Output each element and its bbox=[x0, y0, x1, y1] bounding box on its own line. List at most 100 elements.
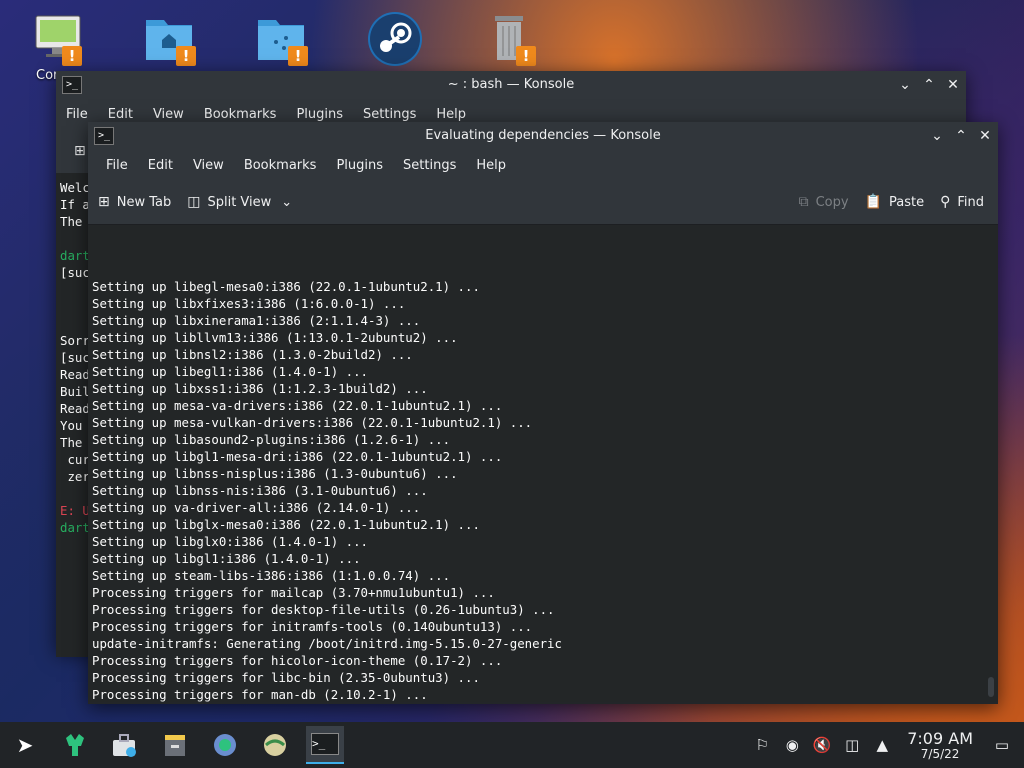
show-desktop-icon[interactable]: ▭ bbox=[990, 736, 1014, 754]
menu-file[interactable]: File bbox=[66, 107, 88, 122]
new-tab-icon: ⊞ bbox=[98, 194, 110, 210]
terminal-line: Setting up libllvm13:i386 (1:13.0.1-2ubu… bbox=[92, 330, 458, 345]
terminal-line: Setting up va-driver-all:i386 (2.14.0-1)… bbox=[92, 500, 421, 515]
menu-help[interactable]: Help bbox=[436, 107, 466, 122]
minimize-button[interactable]: ⌄ bbox=[928, 127, 946, 145]
terminal-line: Setting up libegl-mesa0:i386 (22.0.1-1ub… bbox=[92, 279, 480, 294]
archive-icon[interactable] bbox=[156, 726, 194, 764]
terminal-line: Setting up steam-libs-i386:i386 (1:1.0.0… bbox=[92, 568, 451, 583]
maximize-button[interactable]: ⌃ bbox=[952, 127, 970, 145]
new-tab-label: New Tab bbox=[116, 194, 172, 210]
paste-label: Paste bbox=[889, 194, 925, 210]
network-folder-icon: ! bbox=[252, 12, 310, 66]
terminal-line: Processing triggers for man-db (2.10.2-1… bbox=[92, 687, 428, 702]
menubar: File Edit View Bookmarks Plugins Setting… bbox=[88, 150, 998, 180]
discover-icon[interactable] bbox=[56, 726, 94, 764]
window-titlebar[interactable]: >_ Evaluating dependencies — Konsole ⌄ ⌃… bbox=[88, 122, 998, 150]
home-folder-icon: ! bbox=[140, 12, 198, 66]
menu-view[interactable]: View bbox=[193, 158, 224, 173]
terminal-line: Setting up libegl1:i386 (1.4.0-1) ... bbox=[92, 364, 369, 379]
menu-settings[interactable]: Settings bbox=[403, 158, 456, 173]
paste-button[interactable]: 📋 Paste bbox=[865, 194, 925, 210]
warning-badge-icon: ! bbox=[176, 46, 196, 66]
steam-icon bbox=[366, 10, 424, 66]
menu-settings[interactable]: Settings bbox=[363, 107, 416, 122]
tray-expand-icon[interactable]: ▲ bbox=[870, 736, 894, 754]
warning-badge-icon: ! bbox=[62, 46, 82, 66]
menu-plugins[interactable]: Plugins bbox=[296, 107, 343, 122]
terminal-line: Setting up mesa-va-drivers:i386 (22.0.1-… bbox=[92, 398, 503, 413]
taskbar: ➤ >_ ⚐ ◉ 🔇 ◫ ▲ 7:09 AM 7/5/22 ▭ bbox=[0, 722, 1024, 768]
terminal-line: Processing triggers for desktop-file-uti… bbox=[92, 602, 555, 617]
terminal-line: Processing triggers for hicolor-icon-the… bbox=[92, 653, 503, 668]
split-view-icon: ◫ bbox=[187, 194, 201, 210]
copy-label: Copy bbox=[815, 194, 849, 210]
system-tray: ⚐ ◉ 🔇 ◫ ▲ 7:09 AM 7/5/22 ▭ bbox=[747, 722, 1024, 768]
scrollbar[interactable] bbox=[988, 677, 994, 697]
trash-icon: ! bbox=[480, 12, 538, 66]
steam-tray-icon[interactable]: ◉ bbox=[780, 736, 804, 754]
terminal-line: Setting up libasound2-plugins:i386 (1.2.… bbox=[92, 432, 451, 447]
window-titlebar[interactable]: >_ ~ : bash — Konsole ⌄ ⌃ ✕ bbox=[56, 71, 966, 99]
konsole-icon[interactable]: >_ bbox=[306, 726, 344, 764]
menu-plugins[interactable]: Plugins bbox=[336, 158, 383, 173]
terminal-line: Setting up libnsl2:i386 (1.3.0-2build2) … bbox=[92, 347, 413, 362]
new-tab-button[interactable]: ⊞ New Tab bbox=[98, 194, 171, 210]
software-store-icon[interactable] bbox=[106, 726, 144, 764]
close-button[interactable]: ✕ bbox=[976, 127, 994, 145]
find-button[interactable]: ⚲ Find bbox=[940, 194, 984, 210]
paste-icon: 📋 bbox=[864, 194, 882, 210]
maps-icon[interactable] bbox=[256, 726, 294, 764]
menu-edit[interactable]: Edit bbox=[148, 158, 173, 173]
terminal-line: Processing triggers for initramfs-tools … bbox=[92, 619, 533, 634]
terminal-output[interactable]: Setting up libegl-mesa0:i386 (22.0.1-1ub… bbox=[88, 225, 998, 702]
split-view-button[interactable]: ◫ Split View ⌄ bbox=[187, 194, 292, 210]
network-icon[interactable]: ◫ bbox=[840, 736, 864, 754]
terminal-line: Setting up libxfixes3:i386 (1:6.0.0-1) .… bbox=[92, 296, 406, 311]
desktop-icon-home[interactable]: ! bbox=[134, 12, 204, 66]
terminal-line: Setting up libgl1-mesa-dri:i386 (22.0.1-… bbox=[92, 449, 503, 464]
desktop-icon-trash[interactable]: ! bbox=[474, 12, 544, 66]
app-launcher-icon[interactable]: ➤ bbox=[6, 726, 44, 764]
terminal-line: Setting up libxinerama1:i386 (2:1.1.4-3)… bbox=[92, 313, 421, 328]
warning-badge-icon: ! bbox=[288, 46, 308, 66]
terminal-line: Setting up libxss1:i386 (1:1.2.3-1build2… bbox=[92, 381, 428, 396]
maximize-button[interactable]: ⌃ bbox=[920, 76, 938, 94]
notifications-icon[interactable]: ⚐ bbox=[750, 736, 774, 754]
toolbar: ⊞ New Tab ◫ Split View ⌄ ⧉ Copy 📋 Paste … bbox=[88, 180, 998, 225]
terminal-line: Processing triggers for mailcap (3.70+nm… bbox=[92, 585, 495, 600]
konsole-window-active[interactable]: >_ Evaluating dependencies — Konsole ⌄ ⌃… bbox=[88, 122, 998, 704]
chevron-down-icon: ⌄ bbox=[281, 194, 293, 210]
clock-date: 7/5/22 bbox=[920, 747, 960, 761]
desktop-icon-network[interactable]: ! bbox=[246, 12, 316, 66]
menu-view[interactable]: View bbox=[153, 107, 184, 122]
menu-bookmarks[interactable]: Bookmarks bbox=[204, 107, 277, 122]
terminal-line: Setting up libglx0:i386 (1.4.0-1) ... bbox=[92, 534, 369, 549]
menu-bookmarks[interactable]: Bookmarks bbox=[244, 158, 317, 173]
clock[interactable]: 7:09 AM 7/5/22 bbox=[907, 729, 973, 761]
split-view-label: Split View bbox=[207, 194, 272, 210]
copy-icon: ⧉ bbox=[798, 194, 809, 210]
terminal-line: Processing triggers for libc-bin (2.35-0… bbox=[92, 670, 480, 685]
warning-badge-icon: ! bbox=[516, 46, 536, 66]
terminal-line: Setting up libnss-nisplus:i386 (1.3-0ubu… bbox=[92, 466, 458, 481]
desktop-icon-steam[interactable] bbox=[360, 10, 430, 66]
close-button[interactable]: ✕ bbox=[944, 76, 962, 94]
copy-button[interactable]: ⧉ Copy bbox=[799, 194, 849, 210]
computer-icon: ! bbox=[26, 12, 84, 66]
terminal-line: Setting up libnss-nis:i386 (3.1-0ubuntu6… bbox=[92, 483, 428, 498]
system-settings-icon[interactable] bbox=[206, 726, 244, 764]
window-title: ~ : bash — Konsole bbox=[447, 77, 575, 92]
new-tab-icon[interactable]: ⊞ bbox=[74, 143, 86, 159]
volume-muted-icon[interactable]: 🔇 bbox=[810, 736, 834, 754]
terminal-line: Setting up libglx-mesa0:i386 (22.0.1-1ub… bbox=[92, 517, 480, 532]
find-label: Find bbox=[957, 194, 984, 210]
minimize-button[interactable]: ⌄ bbox=[896, 76, 914, 94]
terminal-line: Setting up libgl1:i386 (1.4.0-1) ... bbox=[92, 551, 361, 566]
menu-edit[interactable]: Edit bbox=[108, 107, 133, 122]
window-title: Evaluating dependencies — Konsole bbox=[425, 128, 661, 143]
terminal-line: update-initramfs: Generating /boot/initr… bbox=[92, 636, 562, 651]
terminal-line: Setting up mesa-vulkan-drivers:i386 (22.… bbox=[92, 415, 533, 430]
menu-file[interactable]: File bbox=[106, 158, 128, 173]
menu-help[interactable]: Help bbox=[476, 158, 506, 173]
